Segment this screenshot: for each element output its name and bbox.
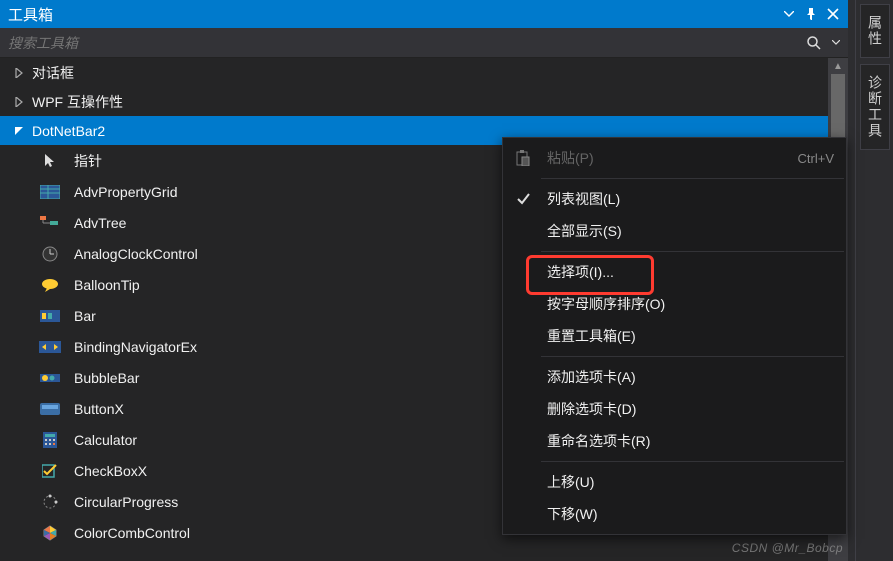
menu-item[interactable]: 删除选项卡(D) — [503, 393, 846, 425]
grid-icon — [36, 182, 64, 202]
toolbox-item-label: ButtonX — [74, 401, 124, 417]
balloon-icon — [36, 275, 64, 295]
menu-item[interactable]: 重置工具箱(E) — [503, 320, 846, 352]
chevron-right-icon[interactable] — [12, 95, 26, 109]
blank-icon — [509, 431, 537, 451]
close-icon[interactable] — [826, 7, 840, 21]
toolbox-item-label: AnalogClockControl — [74, 246, 198, 262]
menu-item-label: 上移(U) — [537, 472, 834, 492]
side-tab-strip: 属性 诊断工具 — [855, 0, 893, 561]
menu-separator — [541, 356, 844, 357]
menu-item[interactable]: 选择项(I)... — [503, 256, 846, 288]
menu-item-label: 添加选项卡(A) — [537, 367, 834, 387]
toolbox-item-label: AdvPropertyGrid — [74, 184, 177, 200]
menu-item-label: 按字母顺序排序(O) — [537, 294, 834, 314]
clock-icon — [36, 244, 64, 264]
menu-item-label: 重置工具箱(E) — [537, 326, 834, 346]
menu-item-label: 下移(W) — [537, 504, 834, 524]
blank-icon — [509, 262, 537, 282]
paste-icon — [509, 148, 537, 168]
scroll-up-icon[interactable]: ▲ — [831, 62, 845, 72]
menu-separator — [541, 461, 844, 462]
panel-title-text: 工具箱 — [8, 4, 53, 25]
blank-icon — [509, 472, 537, 492]
panel-title-bar: 工具箱 — [0, 0, 848, 28]
menu-item-label: 列表视图(L) — [537, 189, 834, 209]
menu-item-shortcut: Ctrl+V — [798, 151, 834, 166]
tree-group-label: DotNetBar2 — [32, 123, 105, 139]
check-icon — [36, 461, 64, 481]
blank-icon — [509, 504, 537, 524]
toolbox-item-label: Bar — [74, 308, 96, 324]
side-tab-diagnostics[interactable]: 诊断工具 — [860, 64, 890, 150]
search-dropdown-icon[interactable] — [832, 40, 840, 45]
menu-item[interactable]: 按字母顺序排序(O) — [503, 288, 846, 320]
menu-item-label: 选择项(I)... — [537, 262, 834, 282]
chevron-right-icon[interactable] — [12, 66, 26, 80]
toolbox-item-label: CheckBoxX — [74, 463, 147, 479]
toolbox-item-label: BalloonTip — [74, 277, 140, 293]
pin-icon[interactable] — [804, 7, 818, 21]
chevron-down-icon[interactable] — [12, 124, 26, 138]
menu-item[interactable]: 全部显示(S) — [503, 215, 846, 247]
dropdown-icon[interactable] — [782, 7, 796, 21]
calc-icon — [36, 430, 64, 450]
menu-separator — [541, 251, 844, 252]
toolbox-item-label: Calculator — [74, 432, 137, 448]
menu-item[interactable]: 添加选项卡(A) — [503, 361, 846, 393]
search-icon[interactable] — [806, 35, 828, 51]
blank-icon — [509, 221, 537, 241]
check-icon — [509, 189, 537, 209]
toolbox-item-label: ColorCombControl — [74, 525, 190, 541]
tree-group-label: 对话框 — [32, 63, 74, 83]
search-row — [0, 28, 848, 58]
menu-item: 粘贴(P)Ctrl+V — [503, 142, 846, 174]
toolbox-item-label: CircularProgress — [74, 494, 178, 510]
search-input[interactable] — [8, 35, 806, 51]
bar-icon — [36, 306, 64, 326]
blank-icon — [509, 326, 537, 346]
menu-item[interactable]: 下移(W) — [503, 498, 846, 530]
blank-icon — [509, 367, 537, 387]
menu-item[interactable]: 列表视图(L) — [503, 183, 846, 215]
toolbox-item-label: AdvTree — [74, 215, 126, 231]
menu-item-label: 全部显示(S) — [537, 221, 834, 241]
toolbox-item-label: BubbleBar — [74, 370, 139, 386]
watermark: CSDN @Mr_Bobcp — [732, 541, 843, 555]
context-menu: 粘贴(P)Ctrl+V 列表视图(L) 全部显示(S) 选择项(I)... 按字母顺序排… — [502, 137, 847, 535]
tree-group[interactable]: WPF 互操作性 — [0, 87, 828, 116]
menu-item[interactable]: 上移(U) — [503, 466, 846, 498]
menu-separator — [541, 178, 844, 179]
bubble-icon — [36, 368, 64, 388]
menu-item-label: 删除选项卡(D) — [537, 399, 834, 419]
blank-icon — [509, 399, 537, 419]
tree-group[interactable]: 对话框 — [0, 58, 828, 87]
menu-item-label: 粘贴(P) — [537, 148, 798, 168]
pointer-icon — [36, 151, 64, 171]
side-tab-properties[interactable]: 属性 — [860, 4, 890, 58]
menu-item[interactable]: 重命名选项卡(R) — [503, 425, 846, 457]
tree-icon — [36, 213, 64, 233]
toolbox-item-label: 指针 — [74, 151, 102, 171]
nav-icon — [36, 337, 64, 357]
tree-group-label: WPF 互操作性 — [32, 92, 123, 112]
blank-icon — [509, 294, 537, 314]
circle-icon — [36, 492, 64, 512]
button-icon — [36, 399, 64, 419]
menu-item-label: 重命名选项卡(R) — [537, 431, 834, 451]
color-icon — [36, 523, 64, 543]
toolbox-item-label: BindingNavigatorEx — [74, 339, 197, 355]
